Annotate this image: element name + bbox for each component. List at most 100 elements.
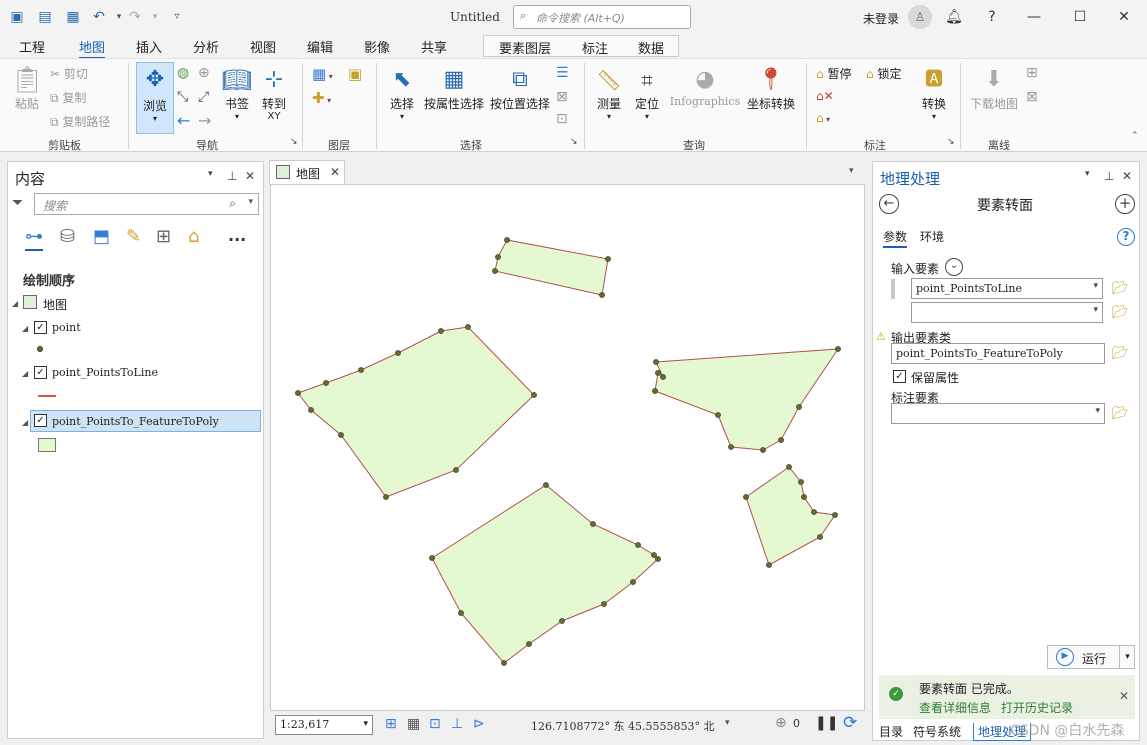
layer-visibility-checkbox[interactable]: ✓	[34, 414, 47, 427]
point-feature[interactable]	[811, 509, 817, 515]
explore-button[interactable]: ✥ 浏览 ▾	[136, 62, 174, 134]
grid-icon[interactable]: ▦	[407, 716, 420, 732]
run-dropdown-icon[interactable]: ▾	[1119, 645, 1135, 669]
point-feature[interactable]	[778, 437, 784, 443]
redo-icon[interactable]: ↷	[126, 8, 144, 26]
add-tool-icon[interactable]: +	[1115, 194, 1135, 214]
point-feature[interactable]	[559, 618, 565, 624]
tab-map-view[interactable]: 地图 ✕	[269, 160, 345, 184]
copy-button[interactable]: ⧉ 复制	[50, 89, 86, 106]
convert-labels-button[interactable]: 🅰︎ 转换 ▾	[916, 65, 952, 121]
point-feature[interactable]	[531, 392, 537, 398]
scale-dropdown-icon[interactable]: ▾	[363, 719, 368, 729]
tab-analysis[interactable]: 分析	[193, 37, 219, 56]
unplaced-labels-icon[interactable]: ⌂✕	[816, 89, 834, 103]
navigator-icon[interactable]: ⊳	[473, 716, 485, 732]
point-feature[interactable]	[832, 512, 838, 518]
point-feature[interactable]	[660, 374, 666, 380]
convert-coordinates-button[interactable]: 📍︎ 坐标转换	[746, 65, 796, 112]
notification-bell-icon[interactable]: 🔔︎	[942, 6, 966, 28]
point-feature[interactable]	[358, 367, 364, 373]
line-symbol-icon[interactable]	[38, 395, 56, 397]
lock-labeling-button[interactable]: ⌂ 锁定	[866, 65, 901, 82]
scale-selector[interactable]: 1:23,617 ▾	[275, 715, 373, 735]
point-feature[interactable]	[453, 467, 459, 473]
label-features-dropdown-icon[interactable]: ▾	[1095, 406, 1100, 416]
pause-drawing-icon[interactable]: ❚❚	[815, 715, 838, 731]
pane-options-icon[interactable]: ▾	[208, 169, 213, 179]
tab-symbology[interactable]: 符号系统	[913, 723, 961, 740]
pin-icon[interactable]: ⊥	[227, 169, 237, 183]
layer-point[interactable]: point	[52, 321, 81, 334]
input-features-empty-dropdown-icon[interactable]: ▾	[1093, 305, 1098, 315]
tab-insert[interactable]: 插入	[136, 37, 162, 56]
input-features-field-empty[interactable]: ▾	[911, 302, 1103, 323]
select-by-location-button[interactable]: ⧉ 按位置选择	[489, 65, 551, 112]
point-feature[interactable]	[651, 552, 657, 558]
polygon-feature[interactable]	[745, 466, 836, 566]
more-options-button[interactable]: ...	[228, 226, 246, 245]
point-feature[interactable]	[655, 370, 661, 376]
list-by-drawing-order-icon[interactable]: ⊶	[25, 226, 43, 251]
point-feature[interactable]	[501, 660, 507, 666]
point-feature[interactable]	[590, 521, 596, 527]
help-icon[interactable]: ?	[1117, 228, 1135, 246]
point-feature[interactable]	[728, 444, 734, 450]
tab-dropdown-icon[interactable]: ▾	[849, 166, 854, 176]
selected-features-icon[interactable]: ⊕	[775, 715, 787, 731]
input-features-field[interactable]: point_PointsToLine ▾	[911, 278, 1103, 299]
remove-offline-icon[interactable]: ⊠	[1026, 89, 1038, 105]
dismiss-message-icon[interactable]: ✕	[1119, 689, 1129, 703]
run-button[interactable]: ▶ 运行 ▾	[1047, 645, 1135, 669]
labeling-launcher-icon[interactable]: ↘	[947, 137, 955, 147]
input-features-dropdown-icon[interactable]: ⌄	[945, 258, 963, 276]
bookmarks-button[interactable]: 📖︎ 书签 ▾	[220, 65, 254, 121]
select-by-attributes-button[interactable]: ▦ 按属性选择	[424, 65, 484, 112]
browse-folder-icon[interactable]: 📂︎	[1112, 305, 1130, 320]
label-priority-icon[interactable]: ⌂ ▾	[816, 111, 830, 125]
save-icon[interactable]: ▦	[64, 8, 82, 26]
map-extent-icon[interactable]: ⊞	[385, 716, 397, 732]
point-feature[interactable]	[492, 268, 498, 274]
new-project-icon[interactable]: ▣	[8, 8, 26, 26]
polygon-feature[interactable]	[494, 239, 609, 296]
point-feature[interactable]	[652, 388, 658, 394]
tab-view[interactable]: 视图	[250, 37, 276, 56]
filter-icon[interactable]: ⏷	[12, 195, 23, 211]
point-feature[interactable]	[655, 556, 661, 562]
preserve-attributes-checkbox[interactable]: ✓	[893, 370, 906, 383]
paste-button[interactable]: 📋︎ 粘贴	[10, 65, 44, 112]
back-icon[interactable]: ←	[879, 194, 899, 214]
tab-parameters[interactable]: 参数	[883, 228, 908, 248]
pane-options-icon[interactable]: ▾	[1085, 169, 1090, 179]
search-dropdown-icon[interactable]: ▾	[248, 197, 253, 207]
coordinate-format-dropdown-icon[interactable]: ▾	[725, 718, 730, 728]
zoom-selected-icon[interactable]: ⊡	[556, 111, 568, 127]
attributes-icon[interactable]: ☰	[556, 65, 569, 81]
contents-search-input[interactable]: 搜索 ⌕ ▾	[34, 193, 259, 215]
measure-button[interactable]: 📏︎ 测量 ▾	[592, 65, 626, 121]
close-pane-icon[interactable]: ✕	[1122, 169, 1132, 183]
open-folder-icon[interactable]: ▤	[36, 8, 54, 26]
close-tab-icon[interactable]: ✕	[330, 165, 340, 179]
cut-button[interactable]: ✂ 剪切	[50, 65, 88, 82]
customize-toolbar-icon[interactable]: ▿	[168, 8, 186, 26]
tab-map[interactable]: 地图	[79, 37, 106, 59]
tab-imagery[interactable]: 影像	[364, 37, 390, 56]
fixed-zoom-out-icon[interactable]: ⤢	[198, 89, 209, 105]
point-feature[interactable]	[504, 237, 510, 243]
point-feature[interactable]	[323, 380, 329, 386]
output-feature-class-field[interactable]: point_PointsTo_FeatureToPoly	[891, 343, 1105, 364]
point-feature[interactable]	[526, 641, 532, 647]
list-by-labeling-icon[interactable]: ⌂	[188, 226, 199, 247]
tab-edit[interactable]: 编辑	[307, 37, 333, 56]
layer-points-to-line[interactable]: point_PointsToLine	[52, 366, 158, 379]
point-feature[interactable]	[653, 359, 659, 365]
point-feature[interactable]	[796, 404, 802, 410]
point-feature[interactable]	[308, 407, 314, 413]
list-by-editing-icon[interactable]: ✎	[126, 226, 141, 247]
add-layer-icon[interactable]: ✚ ▾	[312, 89, 331, 107]
locate-button[interactable]: ⌗ 定位 ▾	[630, 65, 664, 121]
tab-project[interactable]: 工程	[19, 37, 45, 56]
fixed-zoom-in-icon[interactable]: ⤡	[177, 89, 188, 105]
